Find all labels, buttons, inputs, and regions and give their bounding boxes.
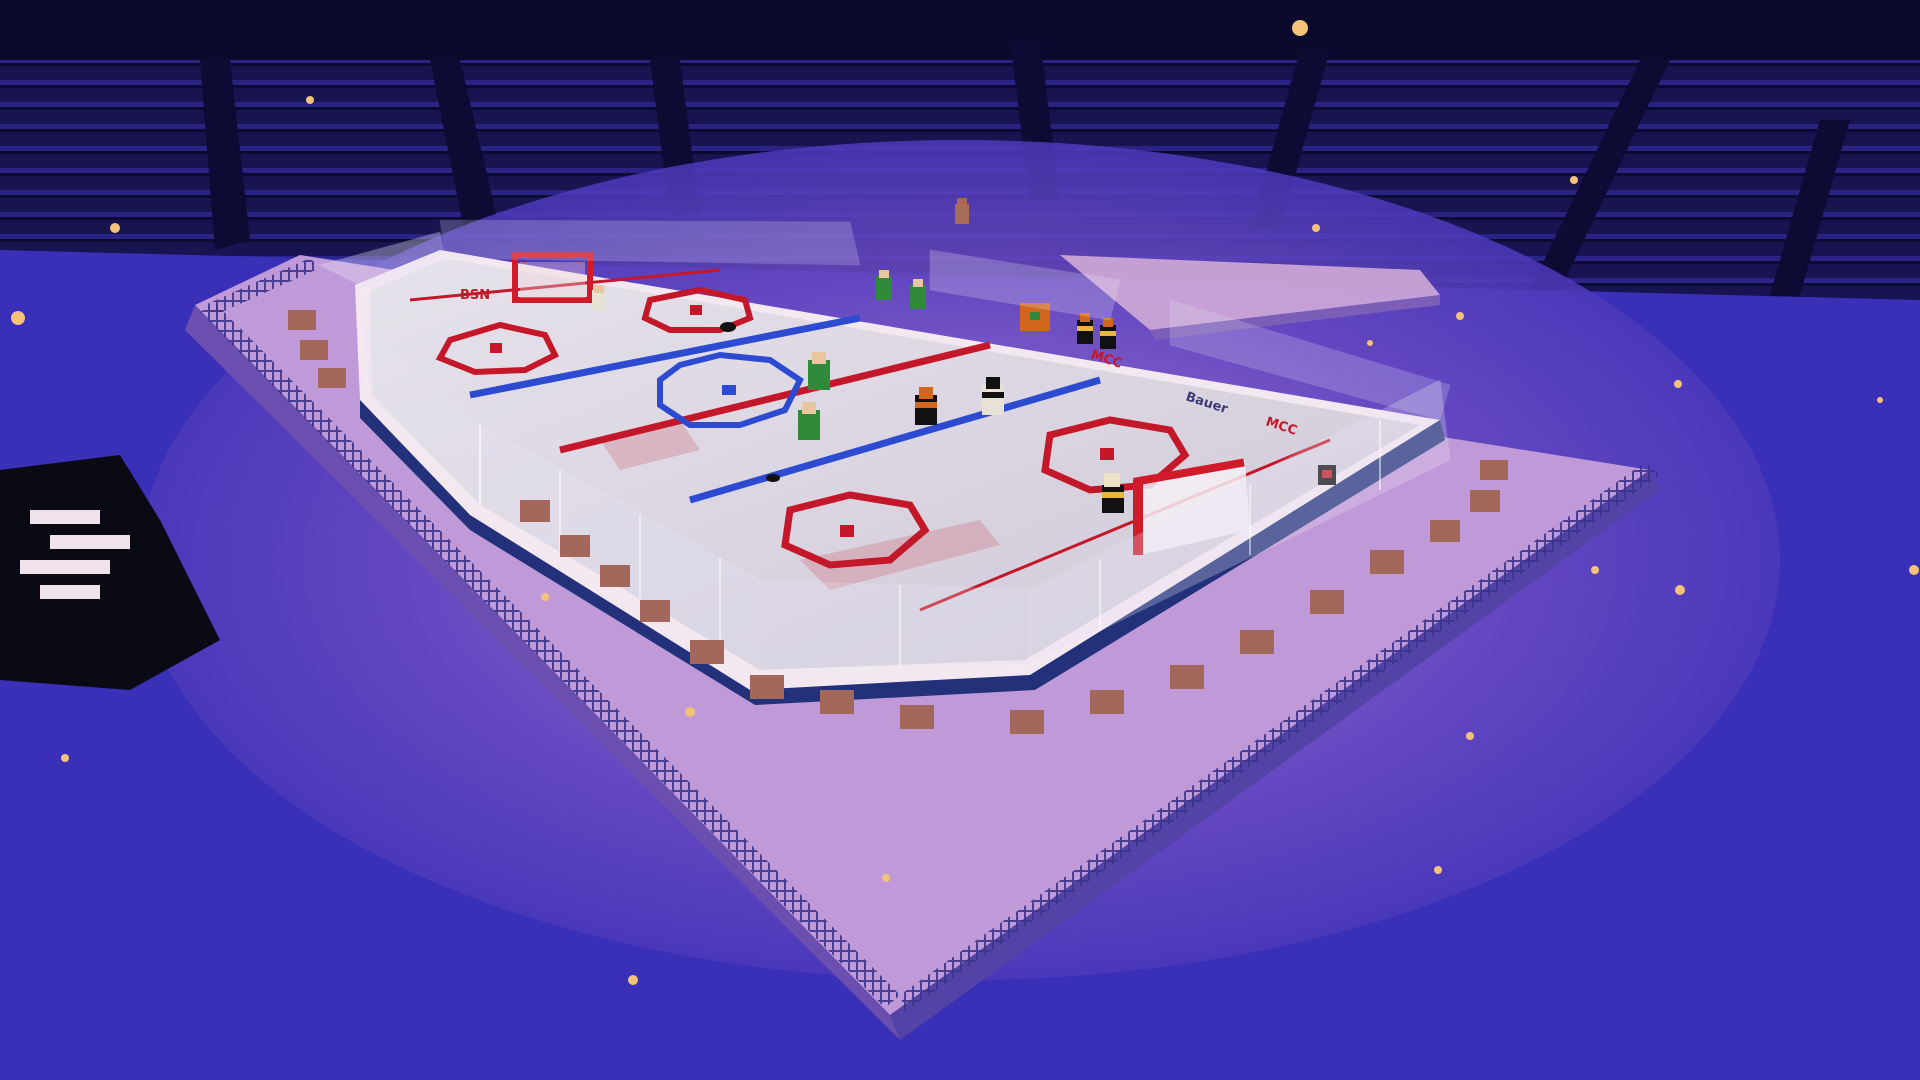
arena-render: BSN MCC Bauer MCC: [0, 0, 1920, 1080]
player-orange-6[interactable]: [955, 198, 969, 224]
player-green-5[interactable]: [592, 285, 606, 310]
ad-board-far: BSN: [460, 288, 490, 303]
game-viewport[interactable]: BSN MCC Bauer MCC: [0, 0, 1920, 1080]
